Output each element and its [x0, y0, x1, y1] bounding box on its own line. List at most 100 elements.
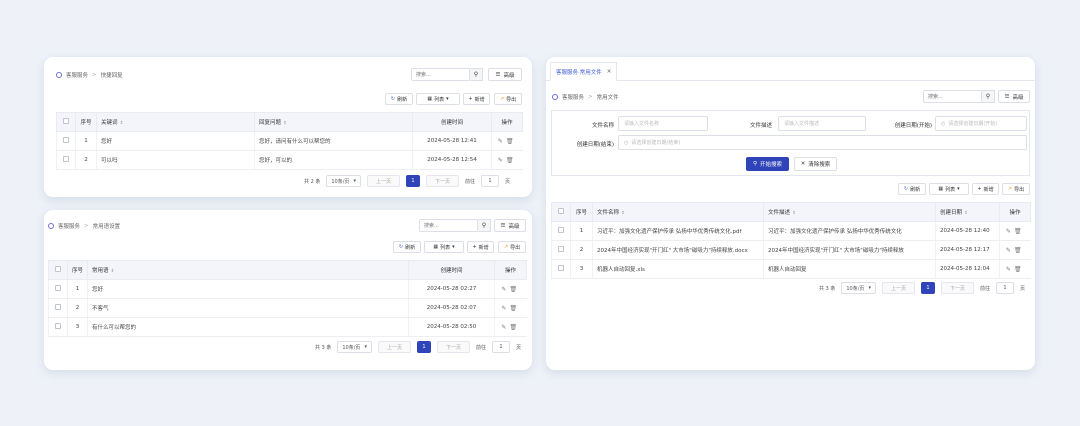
goto-page-input[interactable]: 1 [481, 175, 499, 187]
add-button[interactable]: + 新增 [972, 183, 999, 195]
prev-page-button[interactable]: 上一页 [366, 175, 400, 187]
column-header-created[interactable]: 创建日期 ⇕ [935, 202, 1000, 222]
select-all-checkbox[interactable] [56, 112, 76, 132]
edit-icon[interactable]: ✎ [1006, 247, 1014, 254]
edit-icon[interactable]: ✎ [498, 138, 506, 145]
trash-icon[interactable]: 🗑 [1014, 228, 1025, 235]
filter-icon: ☰ [495, 71, 501, 78]
file-desc-input[interactable]: 请输入文件描述 [778, 116, 866, 131]
row-checkbox[interactable] [48, 298, 68, 318]
goto-page-input[interactable]: 1 [492, 341, 510, 353]
page-size-select[interactable]: 10条/页 ▾ [337, 341, 372, 353]
search-button[interactable]: ⚲ [982, 90, 995, 103]
column-header-file-desc[interactable]: 文件描述 ⇕ [763, 202, 936, 222]
start-search-button[interactable]: ⚲ 开始搜索 [746, 157, 789, 171]
trash-icon[interactable]: 🗑 [506, 157, 517, 164]
list-view-button[interactable]: ▦ 列表 ▾ [929, 183, 969, 195]
created-cell: 2024-05-28 12:54 [412, 150, 492, 170]
column-header-reply[interactable]: 回复问题 ⇕ [254, 112, 413, 132]
page-size-select[interactable]: 10条/页 ▾ [841, 282, 876, 294]
search-field[interactable] [923, 90, 982, 103]
common-phrases-table: 序号 常用语 ⇕ 创建时间 操作 1 您好 2024-05-28 02:27 ✎🗑… [48, 260, 527, 337]
prev-page-button[interactable]: 上一页 [881, 282, 915, 294]
search-button[interactable]: ⚲ [470, 68, 483, 81]
export-button[interactable]: ↗ 导出 [1002, 183, 1030, 195]
current-page[interactable]: 1 [920, 282, 935, 294]
refresh-button[interactable]: ↻ 刷新 [385, 93, 413, 105]
pagination: 共 3 条 10条/页 ▾ 上一页 1 下一页 前往 1 页 [819, 282, 1025, 294]
trash-icon[interactable]: 🗑 [509, 305, 520, 312]
row-checkbox[interactable] [551, 259, 571, 279]
export-button[interactable]: ↗ 导出 [494, 93, 522, 105]
trash-icon[interactable]: 🗑 [506, 138, 517, 145]
add-button[interactable]: + 新增 [467, 241, 494, 253]
search-field[interactable] [411, 68, 470, 81]
row-checkbox[interactable] [56, 131, 76, 151]
close-icon: ✕ [800, 161, 806, 167]
row-checkbox[interactable] [56, 150, 76, 170]
advanced-button[interactable]: ☰ 高级 [488, 68, 522, 81]
date-start-picker[interactable]: ◴ 请选择创建日期(开始) [935, 116, 1027, 131]
current-page[interactable]: 1 [405, 175, 420, 187]
file-name-input[interactable]: 请输入文件名称 [618, 116, 708, 131]
trash-icon[interactable]: 🗑 [1014, 247, 1025, 254]
breadcrumb-item[interactable]: 客服服务 [66, 71, 88, 79]
search-input[interactable] [420, 220, 477, 231]
column-header-keyword[interactable]: 关键词 ⇕ [96, 112, 255, 132]
search-button[interactable]: ⚲ [478, 219, 491, 232]
list-view-button[interactable]: ▦ 列表 ▾ [416, 93, 460, 105]
row-actions: ✎🗑 [999, 259, 1031, 279]
trash-icon[interactable]: 🗑 [509, 324, 520, 331]
breadcrumb-item[interactable]: 客服服务 [562, 93, 584, 101]
plus-icon: + [977, 186, 982, 192]
column-header-file-name[interactable]: 文件名称 ⇕ [592, 202, 764, 222]
tab-common-files[interactable]: 客服服务·常用文件 ✕ [550, 62, 618, 81]
tab-bar: 客服服务·常用文件 ✕ [546, 57, 1035, 81]
edit-icon[interactable]: ✎ [498, 157, 506, 164]
current-page[interactable]: 1 [416, 341, 431, 353]
date-end-picker[interactable]: ◴ 请选择创建日期(结束) [618, 135, 1027, 150]
row-number: 3 [570, 259, 593, 279]
row-actions: ✎🗑 [491, 150, 523, 170]
select-all-checkbox[interactable] [48, 260, 68, 280]
next-page-button[interactable]: 下一页 [425, 175, 459, 187]
add-button[interactable]: + 新增 [463, 93, 490, 105]
table-row: 2 不客气 2024-05-28 02:07 ✎🗑 [48, 298, 527, 318]
next-page-button[interactable]: 下一页 [436, 341, 470, 353]
table-header-row: 序号 文件名称 ⇕ 文件描述 ⇕ 创建日期 ⇕ 操作 [551, 202, 1031, 222]
search-input[interactable] [412, 69, 469, 80]
search-field[interactable] [419, 219, 478, 232]
refresh-button[interactable]: ↻ 刷新 [393, 241, 421, 253]
advanced-button[interactable]: ☰ 高级 [998, 90, 1030, 103]
search-input[interactable] [924, 91, 981, 102]
prev-page-button[interactable]: 上一页 [377, 341, 411, 353]
row-checkbox[interactable] [551, 240, 571, 260]
trash-icon[interactable]: 🗑 [509, 286, 520, 293]
refresh-button[interactable]: ↻ 刷新 [898, 183, 926, 195]
row-checkbox[interactable] [48, 279, 68, 299]
advanced-button[interactable]: ☰ 高级 [494, 219, 526, 232]
next-page-button[interactable]: 下一页 [940, 282, 974, 294]
date-end-label: 创建日期(结束) [576, 142, 614, 148]
close-icon[interactable]: ✕ [607, 69, 612, 75]
page-size-select[interactable]: 10条/页 ▾ [326, 175, 361, 187]
list-view-button[interactable]: ▦ 列表 ▾ [424, 241, 464, 253]
edit-icon[interactable]: ✎ [1006, 228, 1014, 235]
select-all-checkbox[interactable] [551, 202, 571, 222]
row-checkbox[interactable] [551, 221, 571, 241]
sort-icon: ⇕ [621, 211, 625, 216]
clear-search-button[interactable]: ✕ 清除搜索 [794, 157, 837, 171]
goto-suffix: 页 [505, 178, 511, 185]
edit-icon[interactable]: ✎ [1006, 266, 1014, 273]
export-icon: ↗ [1007, 186, 1013, 192]
row-checkbox[interactable] [48, 317, 68, 337]
breadcrumb-item[interactable]: 客服服务 [58, 222, 80, 230]
export-button[interactable]: ↗ 导出 [498, 241, 526, 253]
chevron-down-icon: ▾ [957, 186, 960, 192]
trash-icon[interactable]: 🗑 [1014, 266, 1025, 273]
chevron-down-icon: ▾ [446, 96, 449, 102]
pagination: 共 2 条 10条/页 ▾ 上一页 1 下一页 前往 1 页 [304, 175, 510, 187]
column-header-phrase[interactable]: 常用语 ⇕ [87, 260, 409, 280]
goto-page-input[interactable]: 1 [996, 282, 1014, 294]
plus-icon: + [468, 96, 473, 102]
